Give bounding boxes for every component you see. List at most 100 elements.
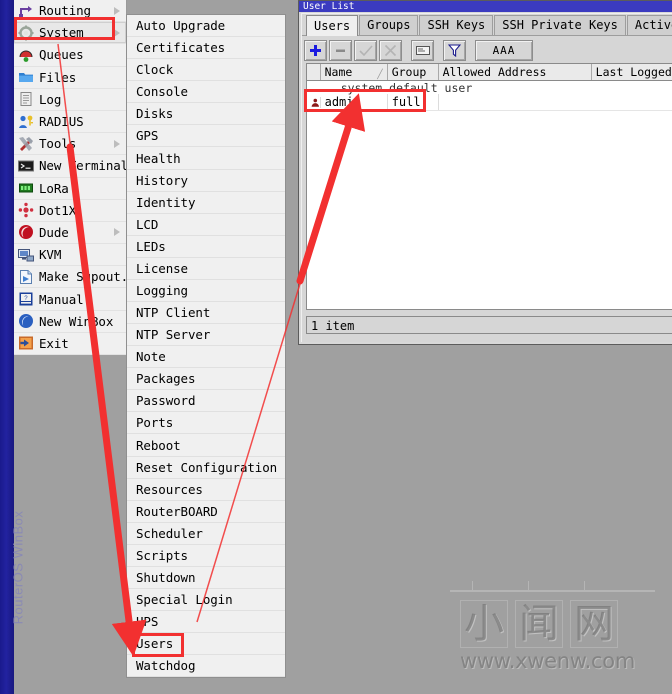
user-list-column-headers[interactable]: Name ╱ Group Allowed Address Last Logged In <box>307 64 672 81</box>
system-submenu-item-certificates[interactable]: Certificates <box>127 37 285 60</box>
cell-name: admin <box>321 94 388 110</box>
user-list-window[interactable]: User List Users Groups SSH Keys SSH Private… <box>298 0 672 345</box>
user-list-toolbar[interactable]: AAA <box>302 36 672 64</box>
system-submenu-item-ntp-server[interactable]: NTP Server <box>127 324 285 347</box>
system-submenu-item-label: Users <box>136 636 174 652</box>
menu-item-make-supout-rif[interactable]: Make Supout.rif <box>14 266 150 289</box>
system-submenu-item-label: NTP Server <box>136 327 211 343</box>
queues-icon <box>18 47 34 63</box>
watermark-tick <box>528 581 529 590</box>
menu-item-new-terminal[interactable]: New Terminal <box>14 155 128 178</box>
system-submenu-item-resources[interactable]: Resources <box>127 479 285 501</box>
menu-item-queues[interactable]: Queues <box>14 44 126 67</box>
system-default-user-tooltip: ... system default user <box>313 81 473 95</box>
menu-item-label: Tools <box>39 136 77 152</box>
system-submenu-item-password[interactable]: Password <box>127 390 285 413</box>
chevron-right-icon <box>114 28 120 37</box>
remove-button[interactable] <box>329 39 352 61</box>
column-header-allowed-address[interactable]: Allowed Address <box>439 64 592 80</box>
tab-ssh-keys[interactable]: SSH Keys <box>419 15 494 35</box>
system-submenu-item-health[interactable]: Health <box>127 147 285 170</box>
menu-item-kvm[interactable]: KVM <box>14 244 126 267</box>
column-header-label: Group <box>391 65 427 79</box>
user-list-table[interactable]: Name╱GroupAllowed AddressLast Logged In … <box>306 63 672 310</box>
menu-item-routing[interactable]: Routing <box>14 0 126 23</box>
system-submenu-item-scripts[interactable]: Scripts <box>127 545 285 567</box>
user-list-rows[interactable]: admin full <box>307 94 672 111</box>
main-menu[interactable]: Routing System Queues Files Log RADIUS Tools Ne… <box>14 0 150 355</box>
column-header-group[interactable]: Group <box>388 64 439 80</box>
menu-item-new-winbox[interactable]: New WinBox <box>14 310 126 333</box>
system-submenu-item-ups[interactable]: UPS <box>127 611 285 634</box>
winbox-left-rail: RouterOS WinBox <box>0 0 26 694</box>
system-submenu-item-label: Password <box>136 393 196 409</box>
tab-users[interactable]: Users <box>306 15 359 36</box>
menu-item-label: Files <box>39 69 77 85</box>
tab-ssh-private-keys[interactable]: SSH Private Keys <box>494 15 626 35</box>
watermark-url: www.xwenw.com <box>460 649 635 673</box>
chevron-right-icon <box>114 6 120 15</box>
enable-button[interactable] <box>354 39 377 61</box>
system-submenu-item-reboot[interactable]: Reboot <box>127 434 285 457</box>
tab-groups[interactable]: Groups <box>359 15 419 35</box>
add-button[interactable] <box>304 39 327 61</box>
winbox-rail-label: RouterOS WinBox <box>10 510 26 625</box>
system-submenu-item-packages[interactable]: Packages <box>127 368 285 391</box>
column-header-label: Last Logged In <box>595 65 672 79</box>
system-submenu-item-label: UPS <box>136 614 159 630</box>
tab-active-users[interactable]: Active Users <box>626 15 672 35</box>
system-submenu-item-ntp-client[interactable]: NTP Client <box>127 302 285 325</box>
system-submenu-item-users[interactable]: Users <box>127 633 285 656</box>
table-row[interactable]: admin full <box>307 94 672 111</box>
column-header-name[interactable]: Name ╱ <box>321 64 388 80</box>
system-submenu-item-note[interactable]: Note <box>127 346 285 369</box>
system-submenu-item-auto-upgrade[interactable]: Auto Upgrade <box>127 15 285 38</box>
comment-button[interactable] <box>411 39 434 61</box>
menu-item-dude[interactable]: Dude <box>14 221 126 245</box>
menu-item-files[interactable]: Files <box>14 66 126 89</box>
menu-item-lora[interactable]: LoRa <box>14 177 126 200</box>
system-submenu-item-gps[interactable]: GPS <box>127 125 285 148</box>
system-submenu-item-routerboard[interactable]: RouterBOARD <box>127 501 285 523</box>
system-submenu-item-identity[interactable]: Identity <box>127 192 285 214</box>
folder-icon <box>18 69 34 85</box>
menu-item-manual[interactable]: ? Manual <box>14 288 126 311</box>
system-submenu-item-leds[interactable]: LEDs <box>127 236 285 258</box>
menu-item-log[interactable]: Log <box>14 88 126 111</box>
menu-item-system[interactable]: System <box>14 22 126 45</box>
system-submenu-item-console[interactable]: Console <box>127 81 285 104</box>
system-gear-icon <box>18 25 34 41</box>
menu-item-dot1x[interactable]: Dot1X <box>14 199 126 222</box>
system-submenu-item-disks[interactable]: Disks <box>127 103 285 126</box>
system-submenu-item-label: Shutdown <box>136 569 196 585</box>
system-submenu-item-license[interactable]: License <box>127 258 285 280</box>
svg-text:?: ? <box>24 295 28 302</box>
system-submenu-item-logging[interactable]: Logging <box>127 280 285 303</box>
system-submenu-item-label: Certificates <box>136 40 226 56</box>
aaa-button[interactable]: AAA <box>475 39 533 61</box>
system-submenu[interactable]: Auto Upgrade Certificates Clock Console Disk… <box>126 14 286 678</box>
terminal-icon <box>18 158 34 174</box>
column-header-last-logged-in[interactable]: Last Logged In <box>592 64 672 80</box>
menu-item-tools[interactable]: Tools <box>14 133 126 156</box>
menu-item-radius[interactable]: RADIUS <box>14 110 126 134</box>
menu-item-exit[interactable]: Exit <box>14 332 126 355</box>
sort-ascending-icon: ╱ <box>377 70 383 80</box>
system-submenu-item-lcd[interactable]: LCD <box>127 214 285 236</box>
exit-icon <box>18 335 34 351</box>
log-icon <box>18 91 34 107</box>
system-submenu-item-watchdog[interactable]: Watchdog <box>127 655 285 678</box>
system-submenu-item-scheduler[interactable]: Scheduler <box>127 523 285 545</box>
disable-button[interactable] <box>379 39 402 61</box>
system-submenu-item-label: Packages <box>136 371 196 387</box>
system-submenu-item-ports[interactable]: Ports <box>127 412 285 435</box>
system-submenu-item-history[interactable]: History <box>127 170 285 192</box>
filter-button[interactable] <box>443 39 466 61</box>
comment-icon <box>415 46 430 55</box>
system-submenu-item-shutdown[interactable]: Shutdown <box>127 567 285 590</box>
system-submenu-item-clock[interactable]: Clock <box>127 59 285 82</box>
system-submenu-item-reset-configuration[interactable]: Reset Configuration <box>127 457 285 479</box>
menu-item-label: Dot1X <box>39 202 77 218</box>
system-submenu-item-special-login[interactable]: Special Login <box>127 589 285 612</box>
user-list-tabs[interactable]: Users Groups SSH Keys SSH Private Keys Activ… <box>302 14 672 36</box>
